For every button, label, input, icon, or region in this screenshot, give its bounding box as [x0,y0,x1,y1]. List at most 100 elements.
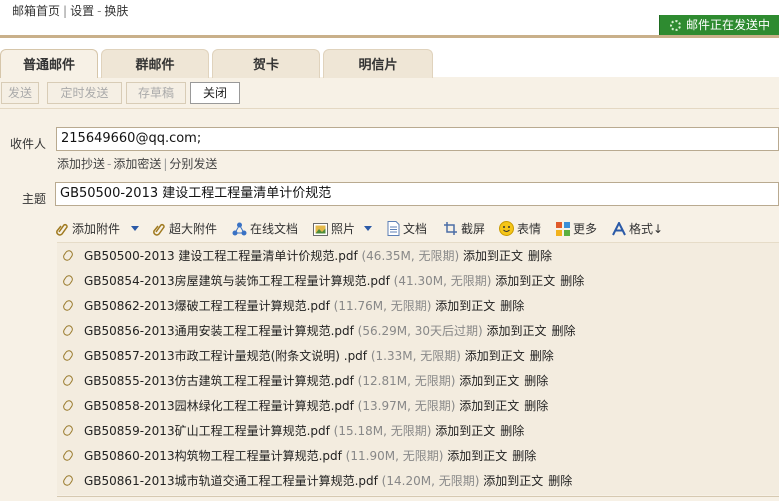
delete-attachment-link[interactable]: 删除 [500,299,524,313]
attachment-info: GB50500-2013 建设工程工程量清单计价规范.pdf (46.35M, … [84,246,552,266]
add-to-body-link[interactable]: 添加到正文 [459,374,519,388]
photo-button[interactable]: 照片 [313,219,355,239]
scheduled-send-button[interactable]: 定时发送 [47,82,122,104]
top-nav: 邮箱首页 | 设置 - 换肤 [12,2,128,19]
mailbox-home-link[interactable]: 邮箱首页 [12,4,60,18]
attachment-name: GB50857-2013市政工程计量规范(附条文说明) .pdf [84,349,368,363]
recipient-links: 添加抄送 - 添加密送 | 分别发送 [57,155,217,172]
delete-attachment-link[interactable]: 删除 [551,324,575,338]
format-button[interactable]: 格式↓ [612,219,663,239]
delete-attachment-link[interactable]: 删除 [500,424,524,438]
attachment-info: GB50860-2013构筑物工程工程量计算规范.pdf (11.90M, 无限… [84,446,536,466]
attachment-info: GB50857-2013市政工程计量规范(附条文说明) .pdf (1.33M,… [84,346,554,366]
big-paperclip-icon [153,223,165,236]
document-button[interactable]: 文档 [387,219,427,239]
add-attachment-button[interactable]: 添加附件 [55,219,120,239]
chevron-down-icon[interactable] [131,226,139,231]
add-bcc-link[interactable]: 添加密送 [113,157,161,171]
add-cc-link[interactable]: 添加抄送 [57,157,105,171]
add-to-body-link[interactable]: 添加到正文 [465,349,525,363]
attachment-info: GB50859-2013矿山工程工程量计算规范.pdf (15.18M, 无限期… [84,421,524,441]
attachment-row: GB50862-2013爆破工程工程量计算规范.pdf (11.76M, 无限期… [57,296,777,316]
attachment-meta: (1.33M, 无限期) [367,349,465,363]
delete-attachment-link[interactable]: 删除 [560,274,584,288]
attachment-name: GB50861-2013城市轨道交通工程工程量计算规范.pdf [84,474,378,488]
attachment-info: GB50862-2013爆破工程工程量计算规范.pdf (11.76M, 无限期… [84,296,524,316]
paperclip-icon [61,448,75,463]
emoji-button[interactable]: 表情 [499,219,541,239]
tab-group-mail[interactable]: 群邮件 [101,49,209,78]
delete-attachment-link[interactable]: 删除 [524,399,548,413]
font-a-icon [612,222,626,236]
tab-postcard[interactable]: 明信片 [323,49,433,78]
attachment-name: GB50854-2013房屋建筑与装饰工程工程量计算规范.pdf [84,274,390,288]
big-attachment-button[interactable]: 超大附件 [152,219,217,239]
attachment-info: GB50855-2013仿古建筑工程工程量计算规范.pdf (12.81M, 无… [84,371,548,391]
attachment-name: GB50858-2013园林绿化工程工程量计算规范.pdf [84,399,354,413]
add-to-body-link[interactable]: 添加到正文 [447,449,507,463]
attachment-meta: (14.20M, 无限期) [377,474,484,488]
delete-attachment-link[interactable]: 删除 [512,449,536,463]
toolbar-divider [0,108,779,109]
attachment-name: GB50500-2013 建设工程工程量清单计价规范.pdf [84,249,358,263]
sending-status-badge: 邮件正在发送中 [659,15,779,35]
attachment-row: GB50856-2013通用安装工程工程量计算规范.pdf (56.29M, 3… [57,321,777,341]
add-attachment-label: 添加附件 [72,222,121,236]
separate-send-link[interactable]: 分别发送 [169,157,217,171]
attachment-info: GB50861-2013城市轨道交通工程工程量计算规范.pdf (14.20M,… [84,471,572,491]
attachment-meta: (13.97M, 无限期) [353,399,460,413]
skin-link[interactable]: 换肤 [104,4,128,18]
nav-separator: | [63,4,68,18]
close-button[interactable]: 关闭 [190,82,240,104]
attachment-name: GB50855-2013仿古建筑工程工程量计算规范.pdf [84,374,354,388]
add-to-body-link[interactable]: 添加到正文 [463,249,523,263]
recipient-input[interactable]: 215649660@qq.com; [56,127,779,151]
big-attachment-label: 超大附件 [169,222,218,236]
paperclip-icon [61,323,75,338]
more-button[interactable]: 更多 [556,219,597,239]
add-to-body-link[interactable]: 添加到正文 [435,424,495,438]
attachment-row: GB50500-2013 建设工程工程量清单计价规范.pdf (46.35M, … [57,246,777,266]
online-doc-button[interactable]: 在线文档 [232,219,298,239]
attachment-row: GB50859-2013矿山工程工程量计算规范.pdf (15.18M, 无限期… [57,421,777,441]
chevron-down-icon[interactable] [364,226,372,231]
paperclip-icon [61,248,75,263]
paperclip-icon [61,473,75,488]
paperclip-icon [56,223,68,236]
attachment-row: GB50858-2013园林绿化工程工程量计算规范.pdf (13.97M, 无… [57,396,777,416]
settings-link[interactable]: 设置 [70,4,94,18]
share-nodes-icon [232,222,247,236]
sending-status-text: 邮件正在发送中 [686,18,771,32]
photo-icon [313,223,328,236]
attachment-row: GB50857-2013市政工程计量规范(附条文说明) .pdf (1.33M,… [57,346,777,366]
delete-attachment-link[interactable]: 删除 [528,249,552,263]
attachment-row: GB50854-2013房屋建筑与装饰工程工程量计算规范.pdf (41.30M… [57,271,777,291]
add-to-body-link[interactable]: 添加到正文 [435,299,495,313]
more-label: 更多 [573,222,598,236]
paperclip-icon [61,273,75,288]
delete-attachment-link[interactable]: 删除 [524,374,548,388]
screenshot-button[interactable]: 截屏 [443,219,485,239]
link-separator: | [163,157,168,171]
tab-greeting-card[interactable]: 贺卡 [212,49,320,78]
attachment-info: GB50858-2013园林绿化工程工程量计算规范.pdf (13.97M, 无… [84,396,548,416]
tab-normal-mail[interactable]: 普通邮件 [0,49,98,78]
delete-attachment-link[interactable]: 删除 [530,349,554,363]
loading-spinner-icon [670,20,681,31]
attachment-name: GB50862-2013爆破工程工程量计算规范.pdf [84,299,330,313]
delete-attachment-link[interactable]: 删除 [548,474,572,488]
add-to-body-link[interactable]: 添加到正文 [459,399,519,413]
online-doc-label: 在线文档 [250,222,299,236]
compose-tabs: 普通邮件 群邮件 贺卡 明信片 [0,49,779,78]
send-button[interactable]: 发送 [1,82,39,104]
tab-label: 明信片 [358,58,398,73]
add-to-body-link[interactable]: 添加到正文 [495,274,555,288]
attachment-list: GB50500-2013 建设工程工程量清单计价规范.pdf (46.35M, … [57,242,779,495]
tab-label: 贺卡 [252,58,279,73]
save-draft-button[interactable]: 存草稿 [126,82,186,104]
attachment-row: GB50855-2013仿古建筑工程工程量计算规范.pdf (12.81M, 无… [57,371,777,391]
subject-input[interactable]: GB50500-2013 建设工程工程量清单计价规范 [55,182,779,206]
add-to-body-link[interactable]: 添加到正文 [486,324,546,338]
add-to-body-link[interactable]: 添加到正文 [483,474,543,488]
paperclip-icon [61,348,75,363]
